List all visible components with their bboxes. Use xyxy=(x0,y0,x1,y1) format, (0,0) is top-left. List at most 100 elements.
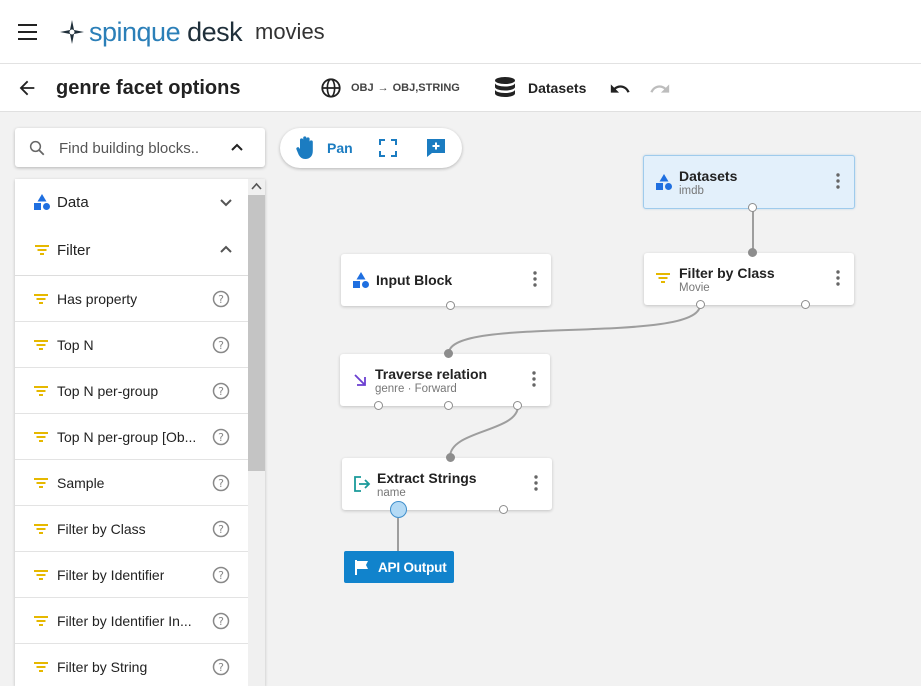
shapes-icon xyxy=(656,174,672,190)
fit-screen-icon[interactable] xyxy=(378,138,398,158)
input-port[interactable] xyxy=(748,248,757,257)
undo-icon[interactable] xyxy=(609,78,631,100)
node-title: Traverse relation xyxy=(375,366,488,382)
top-bar: spinque desk movies xyxy=(0,0,921,64)
search-icon xyxy=(29,140,45,156)
chevron-up-icon xyxy=(220,245,232,253)
page-title: genre facet options xyxy=(56,77,241,99)
svg-text:?: ? xyxy=(218,615,224,628)
scroll-up-arrow-icon[interactable] xyxy=(251,182,262,191)
datasets-label: Datasets xyxy=(528,80,587,96)
scrollbar-thumb[interactable] xyxy=(248,195,265,471)
list-item-label: Filter by Class xyxy=(57,520,146,537)
category-filter[interactable]: Filter xyxy=(15,227,248,273)
list-item-label: Filter by Identifier In... xyxy=(57,612,192,629)
output-port[interactable] xyxy=(513,401,522,410)
edge-traverse-extract xyxy=(449,405,519,458)
app-title: movies xyxy=(255,19,325,44)
output-port-active[interactable] xyxy=(390,501,407,518)
search-input[interactable] xyxy=(59,137,219,159)
list-item-label: Filter by Identifier xyxy=(57,566,165,583)
pan-label: Pan xyxy=(327,140,353,156)
svg-text:?: ? xyxy=(218,661,224,674)
help-icon[interactable]: ? xyxy=(212,382,230,400)
more-vert-icon[interactable] xyxy=(534,475,538,491)
svg-text:?: ? xyxy=(218,477,224,490)
filter-icon xyxy=(34,661,48,672)
chevron-down-icon xyxy=(220,199,232,207)
globe-icon xyxy=(321,78,341,98)
node-input-block[interactable]: Input Block xyxy=(341,254,551,310)
shapes-icon xyxy=(353,272,369,288)
output-port[interactable] xyxy=(444,401,453,410)
node-subtitle: genre · Forward xyxy=(375,383,457,395)
filter-icon xyxy=(34,293,48,304)
category-label: Data xyxy=(57,193,89,211)
category-data[interactable]: Data xyxy=(15,179,248,225)
output-port[interactable] xyxy=(748,203,757,212)
filter-icon xyxy=(34,615,48,626)
help-icon[interactable]: ? xyxy=(212,474,230,492)
type-signature: OBJ → OBJ,STRING xyxy=(320,77,460,99)
input-port[interactable] xyxy=(444,349,453,358)
more-vert-icon[interactable] xyxy=(532,371,536,387)
list-item[interactable]: Filter by String ? xyxy=(15,644,248,686)
arrow-right-icon: → xyxy=(377,82,389,94)
filter-icon xyxy=(34,477,48,488)
hamburger-menu-icon[interactable] xyxy=(18,24,37,40)
chevron-up-icon[interactable] xyxy=(229,139,245,155)
shapes-icon xyxy=(34,194,50,210)
list-item[interactable]: Filter by Class ? xyxy=(15,506,248,552)
list-item[interactable]: Filter by Identifier In... ? xyxy=(15,598,248,644)
help-icon[interactable]: ? xyxy=(212,658,230,676)
filter-icon xyxy=(34,385,48,396)
help-icon[interactable]: ? xyxy=(212,428,230,446)
help-icon[interactable]: ? xyxy=(212,566,230,584)
back-arrow-icon[interactable] xyxy=(16,77,38,99)
list-item[interactable]: Top N per-group [Ob... ? xyxy=(15,414,248,460)
node-traverse-relation[interactable]: Traverse relation genre · Forward xyxy=(340,349,550,410)
logo[interactable]: spinque desk xyxy=(58,14,243,50)
node-datasets[interactable]: Datasets imdb xyxy=(643,155,855,212)
filter-block-list: Has property ? Top N ? Top N per-group ?… xyxy=(15,275,248,686)
output-port[interactable] xyxy=(374,401,383,410)
node-subtitle: imdb xyxy=(679,185,704,197)
list-item[interactable]: Sample ? xyxy=(15,460,248,506)
output-port-secondary[interactable] xyxy=(499,505,508,514)
filter-icon xyxy=(34,569,48,580)
scrollbar[interactable] xyxy=(248,179,265,686)
help-icon[interactable]: ? xyxy=(212,290,230,308)
api-output-node[interactable]: API Output xyxy=(344,551,454,583)
list-item[interactable]: Filter by Identifier ? xyxy=(15,552,248,598)
node-title: Datasets xyxy=(679,168,738,184)
more-vert-icon[interactable] xyxy=(836,173,840,189)
node-extract-strings[interactable]: Extract Strings name xyxy=(342,453,552,518)
list-item-label: Sample xyxy=(57,474,105,491)
help-icon[interactable]: ? xyxy=(212,520,230,538)
add-note-icon[interactable] xyxy=(425,137,447,159)
output-port[interactable] xyxy=(696,300,705,309)
more-vert-icon[interactable] xyxy=(836,270,840,286)
category-label: Filter xyxy=(57,241,91,259)
list-item[interactable]: Top N per-group ? xyxy=(15,368,248,414)
output-port[interactable] xyxy=(446,301,455,310)
filter-icon xyxy=(34,339,48,350)
extract-icon xyxy=(354,476,371,492)
filter-icon xyxy=(34,523,48,534)
hand-icon xyxy=(296,136,313,159)
node-title: Extract Strings xyxy=(377,470,477,486)
input-port[interactable] xyxy=(446,453,455,462)
help-icon[interactable]: ? xyxy=(212,336,230,354)
output-port-secondary[interactable] xyxy=(801,300,810,309)
strategy-toolbar: genre facet options OBJ → OBJ,STRING Dat… xyxy=(0,64,921,112)
datasets-button[interactable]: Datasets xyxy=(494,76,586,100)
node-filter-by-class[interactable]: Filter by Class Movie xyxy=(644,248,854,309)
pan-button[interactable]: Pan xyxy=(295,135,353,161)
svg-text:?: ? xyxy=(218,385,224,398)
list-item[interactable]: Top N ? xyxy=(15,322,248,368)
more-vert-icon[interactable] xyxy=(533,271,537,287)
list-item[interactable]: Has property ? xyxy=(15,276,248,322)
node-title: Filter by Class xyxy=(679,265,775,281)
list-item-label: Top N per-group [Ob... xyxy=(57,428,197,445)
help-icon[interactable]: ? xyxy=(212,612,230,630)
